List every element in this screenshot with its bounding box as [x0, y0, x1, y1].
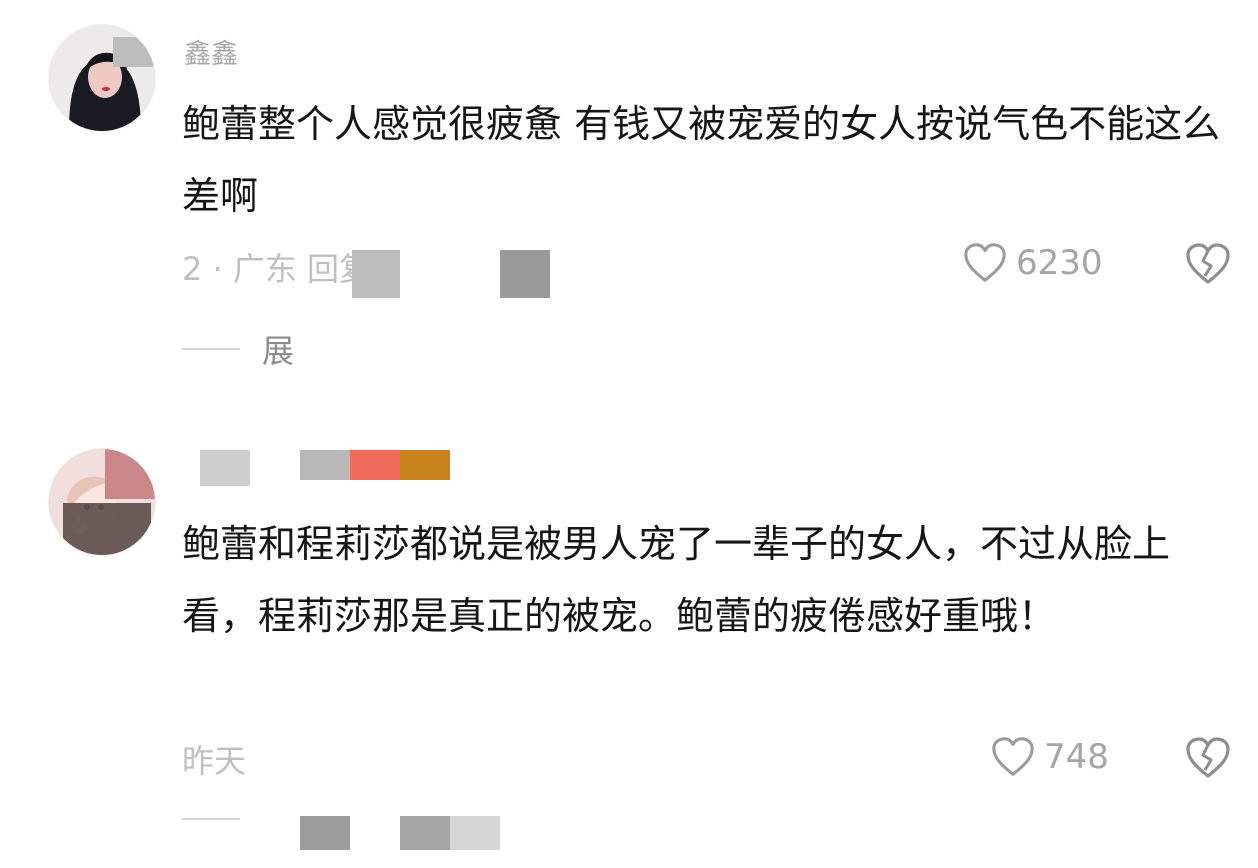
avatar[interactable]	[48, 448, 156, 556]
blurred-region	[500, 250, 550, 298]
replies-divider	[182, 818, 240, 820]
broken-heart-icon	[1186, 243, 1230, 284]
blurred-region	[400, 816, 450, 850]
comment-text: 鲍蕾和程莉莎都说是被男人宠了一辈子的女人，不过从脸上看，程莉莎那是真正的被宠。鲍…	[182, 522, 1171, 638]
like-button[interactable]: 748	[990, 734, 1109, 780]
comment-meta: 2 · 广东 回复	[182, 250, 372, 288]
comment-text: 鲍蕾整个人感觉很疲惫 有钱又被宠爱的女人按说气色不能这么差啊	[182, 102, 1221, 218]
blurred-username	[200, 450, 250, 486]
blurred-username	[300, 450, 350, 480]
comment-meta: 昨天	[182, 742, 247, 780]
blurred-region	[300, 816, 350, 850]
view-replies[interactable]: 展	[182, 326, 294, 372]
heart-outline-icon	[964, 243, 1006, 282]
blurred-region	[352, 250, 400, 298]
blurred-emoji	[350, 450, 400, 480]
dislike-button[interactable]	[1184, 240, 1232, 288]
replies-label: 展	[262, 332, 295, 370]
view-replies[interactable]	[182, 818, 262, 820]
blurred-region	[450, 816, 500, 850]
broken-heart-icon	[1186, 737, 1230, 778]
replies-divider	[182, 348, 240, 350]
blurred-emoji	[400, 450, 450, 480]
username[interactable]: 鑫鑫	[184, 32, 238, 71]
heart-outline-icon	[992, 737, 1034, 776]
like-button[interactable]: 6230	[962, 240, 1103, 286]
like-count: 6230	[1016, 243, 1103, 283]
dislike-button[interactable]	[1184, 734, 1232, 782]
like-count: 748	[1044, 737, 1109, 777]
avatar[interactable]	[48, 24, 156, 132]
